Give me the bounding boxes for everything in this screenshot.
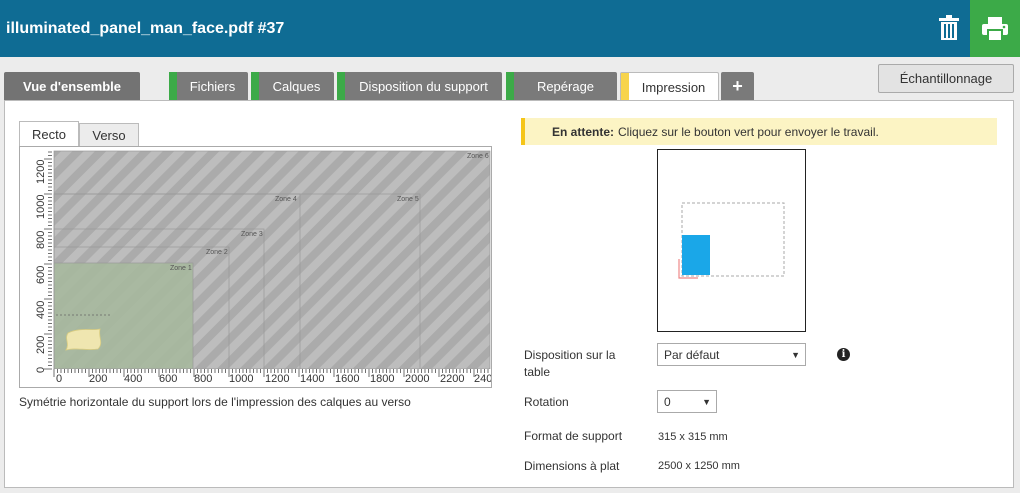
y-tick-label: 800 — [35, 231, 47, 249]
tab-label: Disposition du support — [359, 79, 488, 94]
tab-label: Impression — [641, 80, 706, 95]
tab-print[interactable]: Impression — [620, 72, 719, 102]
tab-label: Vue d'ensemble — [23, 79, 121, 94]
flat-dimensions-value: 2500 x 1250 mm — [658, 460, 740, 472]
tab-status-flag — [251, 72, 259, 101]
tab-registration[interactable]: Repérage — [506, 72, 617, 101]
y-tick-label: 400 — [35, 301, 47, 319]
print-button[interactable] — [970, 0, 1020, 57]
rotation-select-value: 0 — [664, 394, 671, 409]
x-tick-label: 200 — [89, 373, 107, 385]
zone-label: Zone 1 — [170, 265, 192, 272]
info-icon[interactable]: i — [837, 348, 850, 361]
status-title: En attente: — [552, 124, 615, 139]
printer-icon — [982, 16, 1008, 41]
tab-label: Fichiers — [189, 79, 236, 94]
layout-label: Disposition sur la table — [524, 348, 616, 379]
tab-status-flag — [169, 72, 177, 101]
zone-label: Zone 5 — [397, 196, 419, 203]
document-title: illuminated_panel_man_face.pdf #37 — [6, 20, 285, 37]
x-tick-label: 1200 — [265, 373, 289, 385]
status-banner: En attente: Cliquez sur le bouton vert p… — [521, 118, 997, 145]
y-tick-label: 1000 — [35, 195, 47, 219]
chevron-down-icon: ▼ — [791, 350, 800, 360]
tab-status-flag — [506, 72, 514, 101]
y-tick-label: 0 — [35, 367, 47, 373]
x-tick-label: 600 — [159, 373, 177, 385]
rotation-select[interactable]: 0 ▼ — [657, 390, 717, 413]
tab-label: Repérage — [536, 79, 595, 94]
zone-label: Zone 3 — [241, 231, 263, 238]
x-tick-label: 2000 — [405, 373, 429, 385]
x-tick-label: 400 — [124, 373, 142, 385]
zone-label: Zone 6 — [467, 153, 489, 160]
zone-label: Zone 4 — [275, 196, 297, 203]
plus-icon: + — [732, 76, 743, 96]
tab-overview[interactable]: Vue d'ensemble — [4, 72, 140, 101]
preview-caption: Symétrie horizontale du support lors de … — [19, 395, 411, 409]
zone-label: Zone 2 — [206, 249, 228, 256]
artwork-thumbnail — [65, 328, 102, 351]
tab-files[interactable]: Fichiers — [169, 72, 248, 101]
x-tick-label: 800 — [194, 373, 212, 385]
trash-icon[interactable] — [928, 8, 970, 48]
y-tick-label: 600 — [35, 266, 47, 284]
sampling-button[interactable]: Échantillonnage — [878, 64, 1014, 93]
x-tick-label: 1400 — [300, 373, 324, 385]
tab-status-flag — [337, 72, 345, 101]
media-format-label: Format de support — [524, 429, 623, 443]
tab-layers[interactable]: Calques — [251, 72, 334, 101]
x-tick-label: 1000 — [229, 373, 253, 385]
tab-label: Calques — [272, 79, 321, 94]
layout-select-value: Par défaut — [664, 347, 720, 362]
placed-artwork — [682, 235, 710, 275]
x-tick-label: 2200 — [440, 373, 464, 385]
tab-media-layout[interactable]: Disposition du support — [337, 72, 502, 101]
tab-recto[interactable]: Recto — [19, 121, 79, 146]
tab-status-flag — [621, 73, 629, 102]
chevron-down-icon: ▼ — [702, 397, 711, 407]
zone-1-area — [54, 263, 193, 369]
title-bar: illuminated_panel_man_face.pdf #37 — [0, 0, 1020, 57]
media-thumbnail — [657, 149, 806, 332]
status-message: Cliquez sur le bouton vert pour envoyer … — [618, 124, 879, 139]
x-tick-label: 240 — [474, 373, 491, 385]
flat-dimensions-label: Dimensions à plat — [524, 459, 620, 473]
media-preview: Zone 1 Zone 2 Zone 3 Zone 4 Zone 5 Zone … — [19, 146, 492, 388]
tab-verso[interactable]: Verso — [79, 123, 139, 147]
add-tab-button[interactable]: + — [721, 72, 754, 101]
layout-select[interactable]: Par défaut ▼ — [657, 343, 806, 366]
x-tick-label: 1800 — [370, 373, 394, 385]
media-format-value: 315 x 315 mm — [658, 431, 728, 443]
rotation-label: Rotation — [524, 395, 569, 409]
x-tick-label: 0 — [56, 373, 62, 385]
x-tick-label: 1600 — [335, 373, 359, 385]
y-tick-label: 1200 — [35, 160, 47, 184]
y-tick-label: 200 — [35, 336, 47, 354]
